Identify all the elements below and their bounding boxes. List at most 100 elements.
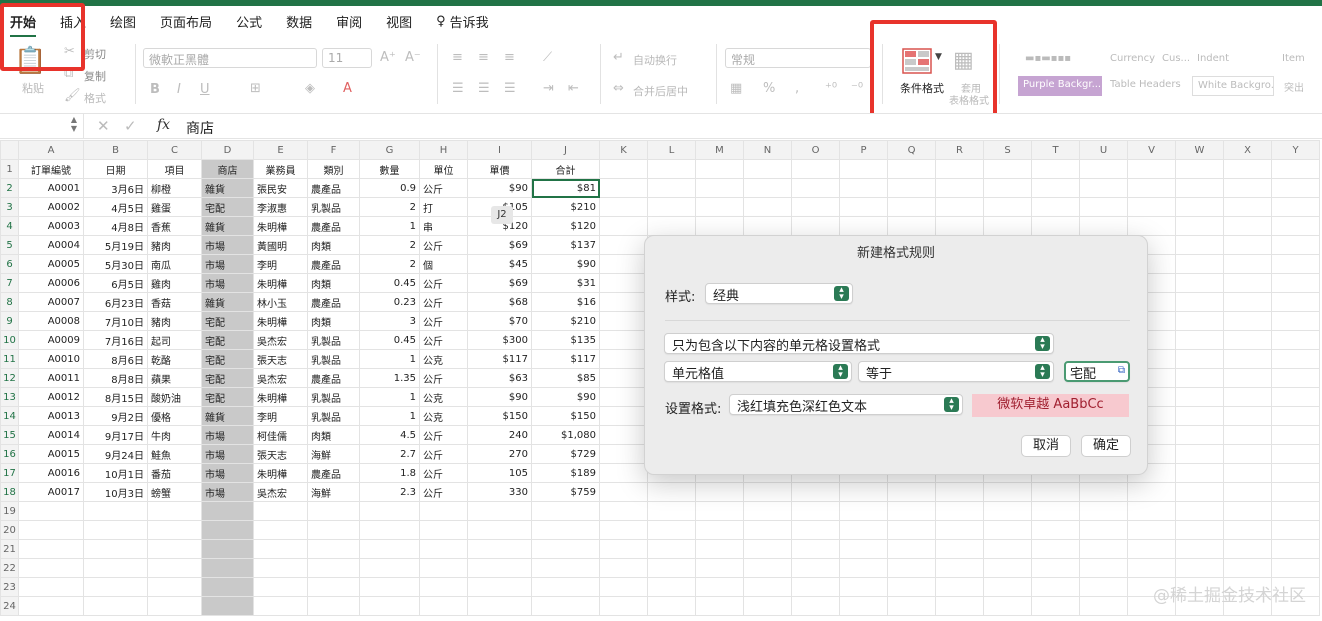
cell[interactable] xyxy=(467,596,532,616)
cell[interactable]: 公斤 xyxy=(419,444,468,464)
row-header[interactable]: 11 xyxy=(0,349,19,369)
cell[interactable]: 3 xyxy=(359,311,420,331)
cell[interactable] xyxy=(253,520,308,540)
number-format-select[interactable]: 常规 xyxy=(725,48,871,68)
font-size-select[interactable]: 11 xyxy=(322,48,372,68)
cell[interactable] xyxy=(791,159,840,179)
cell[interactable] xyxy=(18,596,84,616)
column-header[interactable]: B xyxy=(83,140,148,160)
cell[interactable]: 業務員 xyxy=(253,159,308,179)
cell[interactable] xyxy=(695,159,744,179)
cell[interactable]: A0012 xyxy=(18,387,84,407)
cell[interactable]: A0015 xyxy=(18,444,84,464)
cell[interactable]: 市場 xyxy=(201,444,254,464)
column-header[interactable]: R xyxy=(935,140,984,160)
cell[interactable] xyxy=(1079,558,1128,578)
function-icon[interactable]: fx xyxy=(157,117,170,133)
cell[interactable] xyxy=(1079,520,1128,540)
cell[interactable] xyxy=(695,520,744,540)
cell[interactable] xyxy=(887,216,936,236)
cell[interactable] xyxy=(887,159,936,179)
cell[interactable] xyxy=(1175,387,1224,407)
cell[interactable] xyxy=(599,482,648,502)
cell[interactable] xyxy=(839,577,888,597)
cell[interactable]: 1 xyxy=(359,216,420,236)
cell[interactable] xyxy=(1079,178,1128,198)
cell[interactable] xyxy=(1223,330,1272,350)
cell[interactable]: $69 xyxy=(467,273,532,293)
increase-decimal-icon[interactable]: ⁺⁰ xyxy=(825,81,837,96)
cell[interactable] xyxy=(307,520,360,540)
cell[interactable] xyxy=(253,501,308,521)
cell[interactable] xyxy=(147,520,202,540)
cell[interactable]: $150 xyxy=(531,406,600,426)
cell[interactable] xyxy=(599,425,648,445)
cell[interactable] xyxy=(983,482,1032,502)
cell[interactable] xyxy=(201,539,254,559)
row-header[interactable]: 13 xyxy=(0,387,19,407)
percent-icon[interactable]: % xyxy=(763,81,775,96)
cell[interactable]: 1 xyxy=(359,406,420,426)
cell[interactable] xyxy=(1271,330,1320,350)
cell[interactable] xyxy=(839,520,888,540)
indent-icon[interactable]: ⇥ xyxy=(543,81,554,96)
cell[interactable] xyxy=(983,596,1032,616)
cell[interactable]: $150 xyxy=(467,406,532,426)
cell[interactable]: 雜貨 xyxy=(201,216,254,236)
cell[interactable]: 朱明樺 xyxy=(253,311,308,331)
cell[interactable] xyxy=(1223,520,1272,540)
cell[interactable] xyxy=(467,558,532,578)
cell[interactable]: 肉類 xyxy=(307,235,360,255)
cell[interactable]: 9月17日 xyxy=(83,425,148,445)
cell[interactable]: A0017 xyxy=(18,482,84,502)
cell[interactable]: 8月6日 xyxy=(83,349,148,369)
row-header[interactable]: 8 xyxy=(0,292,19,312)
cell[interactable] xyxy=(1127,539,1176,559)
cell[interactable] xyxy=(983,520,1032,540)
column-header[interactable]: K xyxy=(599,140,648,160)
align-middle-icon[interactable]: ≡ xyxy=(478,50,489,65)
style-select[interactable]: 经典 ▴ ▾ xyxy=(705,283,853,304)
cell[interactable]: $120 xyxy=(531,216,600,236)
condition-value-input[interactable]: 宅配 ⧉ xyxy=(1064,361,1130,382)
style-currency[interactable]: Currency xyxy=(1105,50,1157,70)
cell[interactable] xyxy=(599,577,648,597)
cell[interactable]: 7月10日 xyxy=(83,311,148,331)
tab-view[interactable]: 视图 xyxy=(386,12,412,31)
cell[interactable] xyxy=(599,273,648,293)
row-header[interactable]: 19 xyxy=(0,501,19,521)
cell[interactable]: 8月15日 xyxy=(83,387,148,407)
cell[interactable]: 農產品 xyxy=(307,368,360,388)
range-picker-icon[interactable]: ⧉ xyxy=(1118,365,1125,376)
cell[interactable] xyxy=(1271,159,1320,179)
row-header[interactable]: 6 xyxy=(0,254,19,274)
cell[interactable]: 雜貨 xyxy=(201,178,254,198)
cell[interactable]: 打 xyxy=(419,197,468,217)
cell[interactable] xyxy=(1175,197,1224,217)
cell[interactable] xyxy=(839,197,888,217)
row-header[interactable]: 10 xyxy=(0,330,19,350)
cell[interactable]: 市場 xyxy=(201,425,254,445)
cell[interactable] xyxy=(1175,311,1224,331)
cell[interactable]: 宅配 xyxy=(201,330,254,350)
tab-draw[interactable]: 绘图 xyxy=(110,12,136,31)
column-header[interactable]: W xyxy=(1175,140,1224,160)
cell[interactable] xyxy=(647,159,696,179)
cell[interactable] xyxy=(1175,368,1224,388)
cell[interactable] xyxy=(791,482,840,502)
cell[interactable]: 市場 xyxy=(201,254,254,274)
cell[interactable] xyxy=(887,577,936,597)
cell[interactable] xyxy=(1031,558,1080,578)
cell[interactable] xyxy=(1271,254,1320,274)
cell[interactable]: 朱明樺 xyxy=(253,216,308,236)
cell[interactable] xyxy=(743,577,792,597)
wrap-text-label[interactable]: 自动换行 xyxy=(633,52,677,68)
cell[interactable]: 公克 xyxy=(419,349,468,369)
column-header[interactable]: J xyxy=(531,140,600,160)
cell[interactable] xyxy=(935,482,984,502)
cell[interactable]: 7月16日 xyxy=(83,330,148,350)
column-header[interactable]: H xyxy=(419,140,468,160)
cell[interactable]: 0.45 xyxy=(359,330,420,350)
border-icon[interactable]: ⊞ xyxy=(250,81,261,96)
cell[interactable]: A0001 xyxy=(18,178,84,198)
